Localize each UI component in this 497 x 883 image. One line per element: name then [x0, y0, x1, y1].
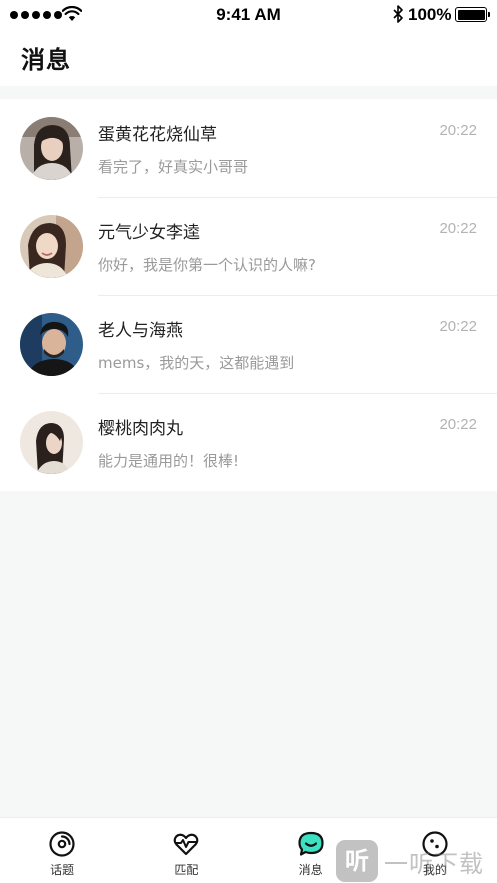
avatar-man-icon — [20, 313, 83, 376]
message-time: 20:22 — [439, 416, 477, 433]
topic-icon — [48, 830, 76, 858]
status-bar: 9:41 AM 100% — [0, 0, 497, 30]
message-item[interactable]: 樱桃肉肉丸 20:22 能力是通用的！很棒! — [0, 393, 497, 491]
page-title: 消息 — [21, 46, 71, 74]
avatar-woman-profile-icon — [20, 411, 83, 474]
message-item[interactable]: 蛋黄花花烧仙草 20:22 看完了，好真实小哥哥 — [0, 99, 497, 197]
contact-name: 樱桃肉肉丸 — [98, 419, 183, 439]
avatar[interactable] — [20, 215, 83, 278]
message-item[interactable]: 老人与海燕 20:22 mems，我的天，这都能遇到 — [0, 295, 497, 393]
tab-match[interactable]: 匹配 — [124, 818, 248, 883]
message-preview: 你好，我是你第一个认识的人嘛? — [98, 256, 316, 274]
heart-pulse-icon — [172, 830, 200, 858]
avatar[interactable] — [20, 117, 83, 180]
watermark-logo: 听 — [336, 840, 378, 882]
avatar[interactable] — [20, 411, 83, 474]
message-preview: 能力是通用的！很棒! — [98, 452, 240, 470]
contact-name: 老人与海燕 — [98, 321, 183, 341]
battery-percent: 100% — [408, 5, 452, 24]
watermark-text: 一听下载 — [384, 850, 484, 878]
message-preview: mems，我的天，这都能遇到 — [98, 354, 295, 372]
watermark: 听 一听下载 — [336, 838, 497, 883]
message-time: 20:22 — [439, 122, 477, 139]
battery-icon — [455, 7, 490, 22]
tab-topic[interactable]: 话题 — [0, 818, 124, 883]
contact-name: 蛋黄花花烧仙草 — [98, 125, 217, 145]
message-bubble-icon — [297, 830, 325, 858]
battery-fill — [457, 9, 485, 20]
header: 消息 — [0, 30, 497, 86]
tab-label: 话题 — [50, 863, 75, 877]
avatar-woman-long-hair-icon — [20, 117, 83, 180]
message-preview: 看完了，好真实小哥哥 — [98, 158, 249, 176]
avatar-woman-smiling-icon — [20, 215, 83, 278]
message-time: 20:22 — [439, 220, 477, 237]
message-time: 20:22 — [439, 318, 477, 335]
message-item[interactable]: 元气少女李逵 20:22 你好，我是你第一个认识的人嘛? — [0, 197, 497, 295]
avatar[interactable] — [20, 313, 83, 376]
contact-name: 元气少女李逵 — [98, 223, 200, 243]
tab-label: 匹配 — [174, 863, 199, 877]
bluetooth-icon — [393, 5, 403, 23]
message-list: 蛋黄花花烧仙草 20:22 看完了，好真实小哥哥 元气少女李逵 20:22 你好… — [0, 99, 497, 491]
